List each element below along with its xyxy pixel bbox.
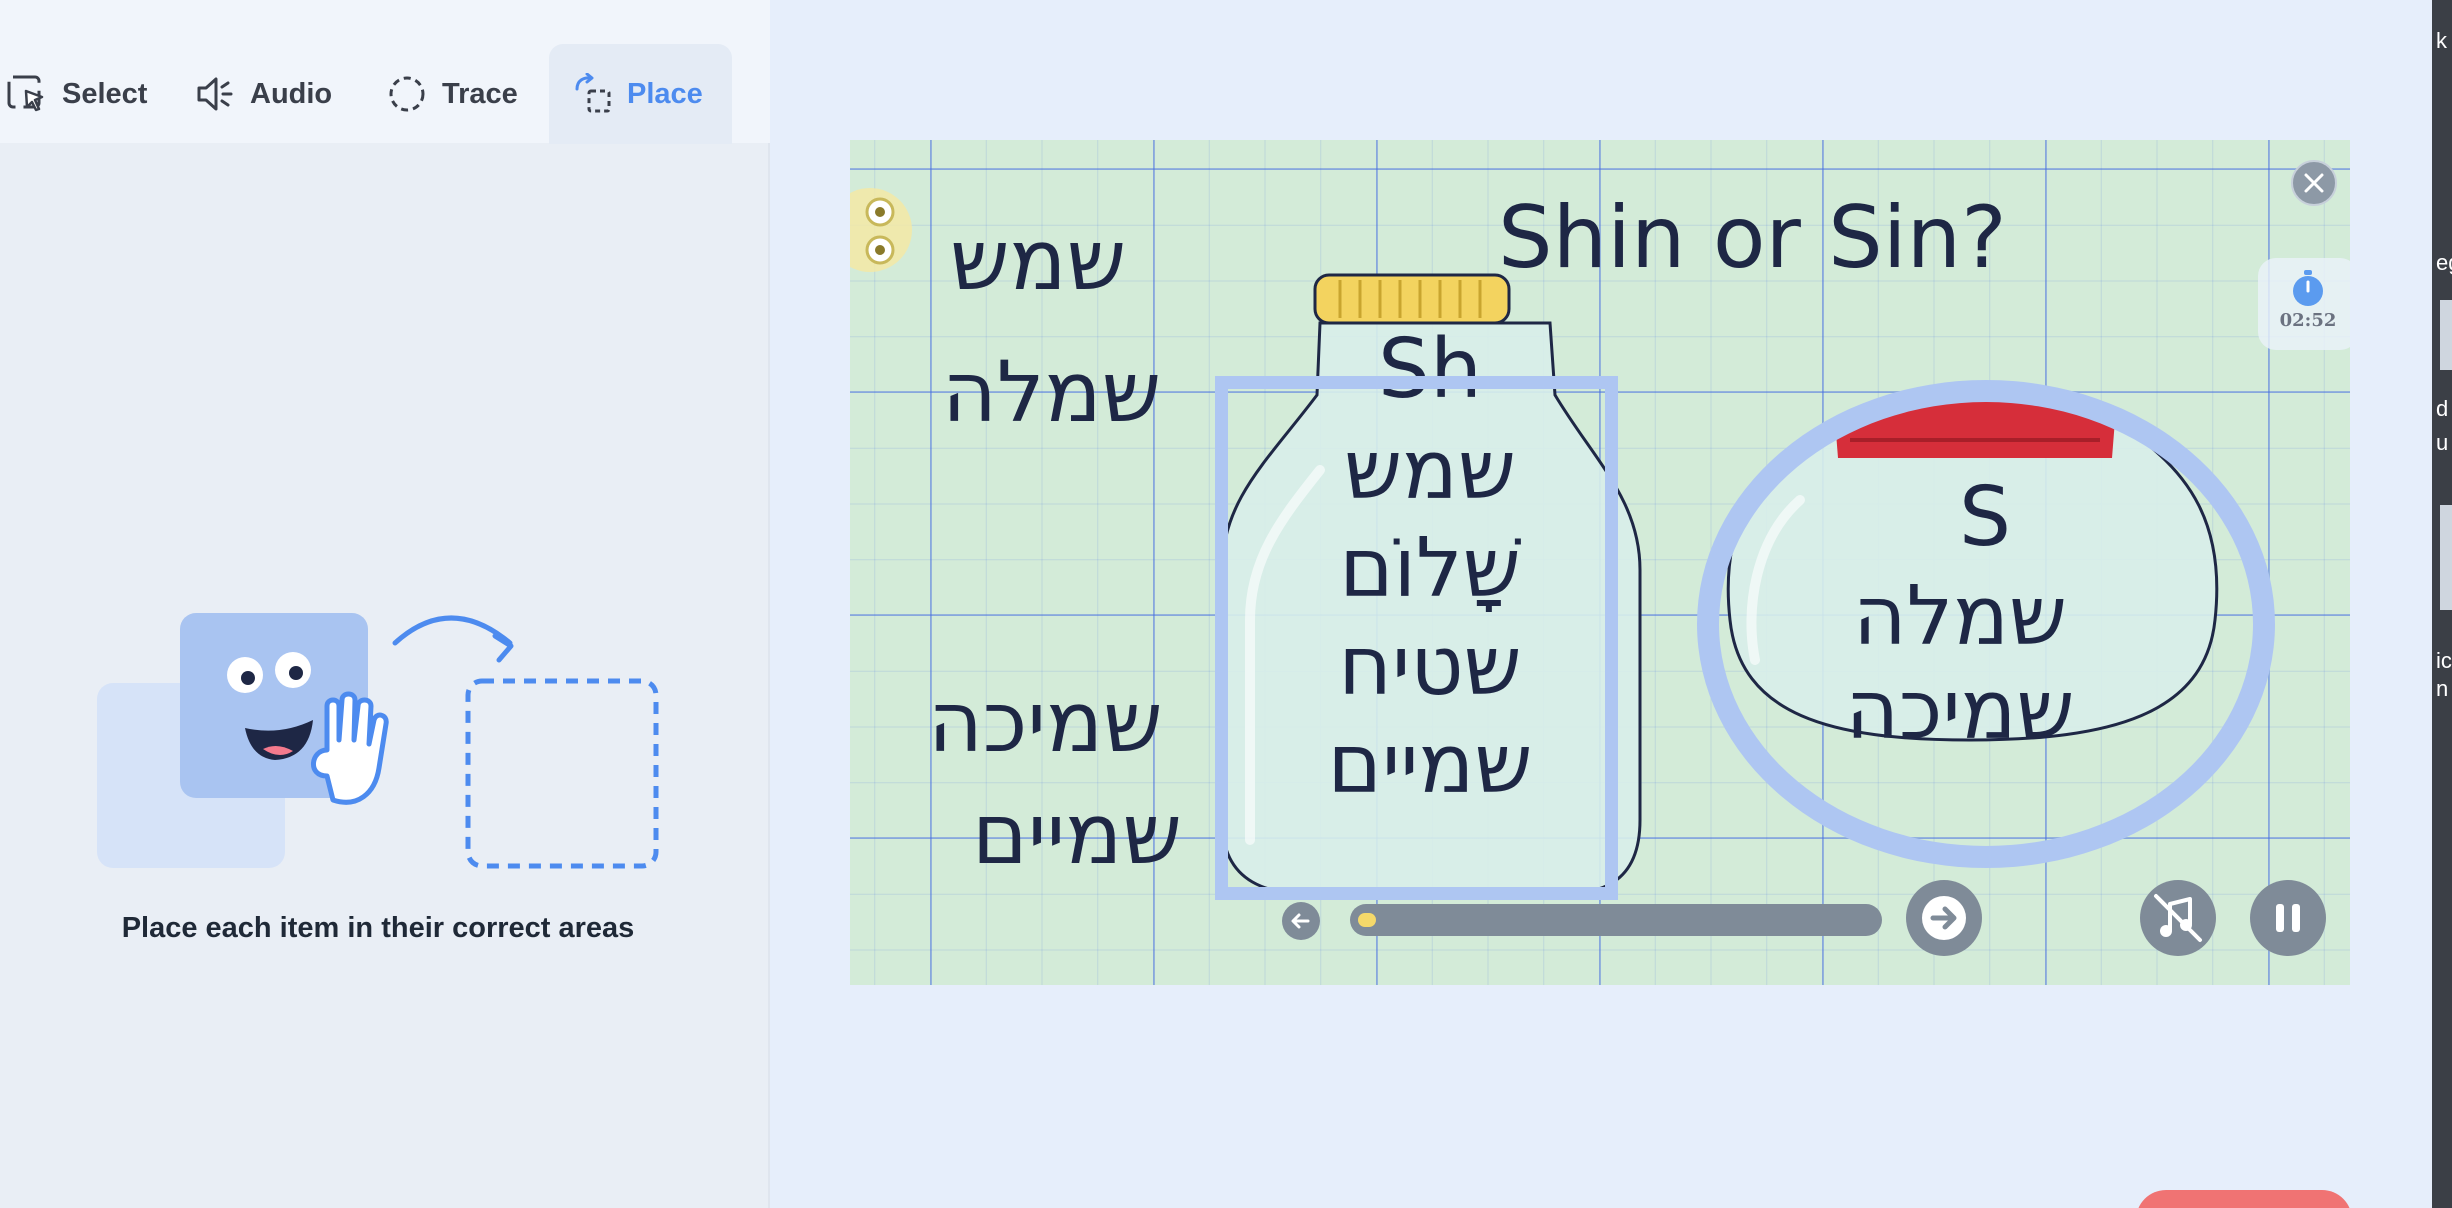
tab-select[interactable]: Select <box>6 44 147 144</box>
pause-button[interactable] <box>2250 880 2326 956</box>
previous-button[interactable] <box>1282 902 1320 940</box>
music-toggle-button[interactable] <box>2140 880 2216 956</box>
music-off-icon <box>2154 894 2202 942</box>
progress-fill <box>1358 913 1376 927</box>
tab-place[interactable]: Place <box>549 44 732 144</box>
timer: 02:52 <box>2258 258 2350 350</box>
red-action-button[interactable] <box>2136 1190 2352 1208</box>
edge-text: eg <box>2436 250 2452 275</box>
next-button[interactable] <box>1906 880 1982 956</box>
dashed-circle-icon <box>389 76 425 112</box>
activity-panel: Select Audio Trace Place Place each item… <box>0 0 770 1208</box>
edge-block <box>2440 300 2452 370</box>
pause-icon <box>2276 904 2300 932</box>
arrow-left-icon <box>1291 913 1310 929</box>
drop-zone-s[interactable] <box>1697 380 2275 868</box>
activity-slide: Shin or Sin? שמש שמלה שמיכה שמיים Sh שמש… <box>850 140 2350 985</box>
speaker-icon <box>197 77 233 111</box>
cursor-select-icon <box>7 75 44 112</box>
drop-zone-sh[interactable] <box>1215 376 1618 900</box>
arrow-right-circle-icon <box>1922 896 1966 940</box>
place-illustration <box>97 613 659 869</box>
edge-text: k <box>2436 28 2447 53</box>
tab-audio-label: Audio <box>250 77 333 110</box>
adjacent-window-edge: k eg d u ic n <box>2432 0 2452 1208</box>
close-icon <box>2304 173 2324 193</box>
edge-text: d <box>2436 396 2449 421</box>
place-icon <box>575 73 611 113</box>
activity-type-tabs: Select Audio Trace Place <box>0 0 770 144</box>
edge-block <box>2440 505 2452 610</box>
tab-trace-label: Trace <box>442 77 518 110</box>
close-button[interactable] <box>2291 160 2337 206</box>
edge-text: u <box>2436 430 2449 455</box>
progress-bar[interactable] <box>1350 904 1882 936</box>
tab-trace[interactable]: Trace <box>386 44 518 144</box>
stopwatch-icon <box>2293 270 2323 306</box>
tab-place-label: Place <box>627 77 703 110</box>
tab-audio[interactable]: Audio <box>194 44 332 144</box>
instruction-text: Place each item in their correct areas <box>121 912 635 944</box>
edge-text: n <box>2436 676 2449 701</box>
tab-select-label: Select <box>62 77 148 110</box>
edge-text: ic <box>2436 648 2452 673</box>
timer-value: 02:52 <box>2279 310 2337 331</box>
